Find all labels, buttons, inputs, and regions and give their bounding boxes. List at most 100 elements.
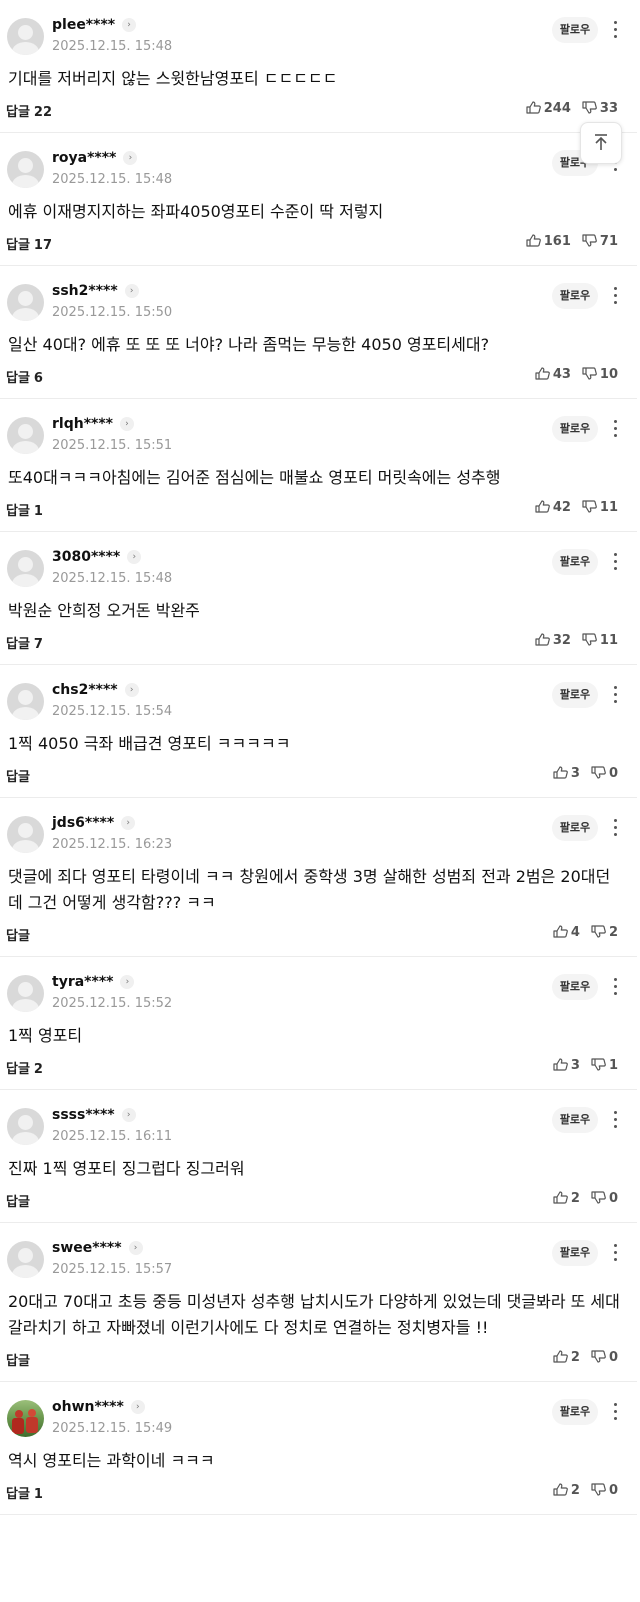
avatar[interactable] [7, 975, 44, 1012]
comment-nickname[interactable]: swee**** › [52, 1240, 143, 1256]
scroll-to-top-button[interactable] [580, 122, 622, 164]
chevron-right-icon[interactable]: › [123, 151, 138, 165]
follow-button[interactable]: 팔로우 [552, 1399, 598, 1425]
chevron-right-icon[interactable]: › [121, 816, 136, 830]
reply-button[interactable]: 답글 2 [6, 1058, 43, 1077]
comment-text: 박원순 안희정 오거돈 박완주 [8, 601, 200, 620]
avatar[interactable] [7, 1241, 44, 1278]
avatar[interactable] [7, 683, 44, 720]
avatar[interactable] [7, 151, 44, 188]
reply-button[interactable]: 답글 [6, 925, 34, 944]
more-options-icon[interactable] [610, 1107, 620, 1133]
comment-nickname[interactable]: ssh2**** › [52, 283, 139, 299]
more-options-icon[interactable] [610, 682, 620, 708]
reply-button[interactable]: 답글 17 [6, 234, 52, 253]
reply-button[interactable]: 답글 [6, 1350, 34, 1369]
thumb-down-icon [591, 1058, 606, 1071]
dislike-button[interactable]: 0 [591, 766, 618, 781]
like-button[interactable]: 2 [553, 1350, 580, 1365]
dislike-count: 33 [599, 101, 618, 116]
more-options-icon[interactable] [610, 17, 620, 43]
avatar[interactable] [7, 1108, 44, 1145]
reply-button[interactable]: 답글 [6, 1191, 34, 1210]
chevron-right-icon[interactable]: › [121, 1108, 136, 1122]
dislike-button[interactable]: 33 [582, 101, 618, 116]
comment-date: 2025.12.15. 16:23 [52, 837, 173, 852]
thumb-up-icon [535, 500, 550, 513]
reply-button[interactable]: 답글 1 [6, 1483, 43, 1502]
thumb-down-icon [591, 1350, 606, 1363]
follow-button[interactable]: 팔로우 [552, 974, 598, 1000]
more-options-icon[interactable] [610, 549, 620, 575]
dislike-button[interactable]: 2 [591, 925, 618, 940]
like-button[interactable]: 4 [553, 925, 580, 940]
dislike-button[interactable]: 0 [591, 1191, 618, 1206]
like-button[interactable]: 43 [535, 367, 571, 382]
chevron-right-icon[interactable]: › [130, 1400, 145, 1414]
avatar[interactable] [7, 18, 44, 55]
follow-button[interactable]: 팔로우 [552, 549, 598, 575]
like-count: 244 [543, 101, 571, 116]
more-options-icon[interactable] [610, 416, 620, 442]
like-button[interactable]: 3 [553, 1058, 580, 1073]
comment-nickname[interactable]: 3080**** › [52, 549, 142, 565]
comment-nickname[interactable]: tyra**** › [52, 974, 135, 990]
avatar[interactable] [7, 284, 44, 321]
chevron-right-icon[interactable]: › [124, 284, 139, 298]
follow-button[interactable]: 팔로우 [552, 1107, 598, 1133]
more-options-icon[interactable] [610, 1399, 620, 1425]
like-button[interactable]: 161 [526, 234, 571, 249]
follow-button[interactable]: 팔로우 [552, 1240, 598, 1266]
dislike-button[interactable]: 0 [591, 1483, 618, 1498]
like-count: 43 [552, 367, 571, 382]
follow-button[interactable]: 팔로우 [552, 682, 598, 708]
comment-nickname[interactable]: roya**** › [52, 150, 138, 166]
dislike-button[interactable]: 10 [582, 367, 618, 382]
like-button[interactable]: 32 [535, 633, 571, 648]
comment-nickname[interactable]: ssss**** › [52, 1107, 136, 1123]
like-button[interactable]: 244 [526, 101, 571, 116]
comment-nickname[interactable]: rlqh**** › [52, 416, 134, 432]
avatar[interactable] [7, 417, 44, 454]
like-button[interactable]: 2 [553, 1191, 580, 1206]
dislike-button[interactable]: 1 [591, 1058, 618, 1073]
comment-nickname[interactable]: jds6**** › [52, 815, 136, 831]
like-count: 32 [552, 633, 571, 648]
thumb-up-icon [535, 633, 550, 646]
avatar[interactable] [7, 1400, 44, 1437]
chevron-right-icon[interactable]: › [119, 417, 134, 431]
dislike-button[interactable]: 0 [591, 1350, 618, 1365]
follow-button[interactable]: 팔로우 [552, 815, 598, 841]
more-options-icon[interactable] [610, 815, 620, 841]
dislike-button[interactable]: 71 [582, 234, 618, 249]
follow-button[interactable]: 팔로우 [552, 17, 598, 43]
like-button[interactable]: 42 [535, 500, 571, 515]
reply-button[interactable]: 답글 7 [6, 633, 43, 652]
like-count: 3 [570, 1058, 580, 1073]
comment-nickname[interactable]: plee**** › [52, 17, 137, 33]
avatar[interactable] [7, 550, 44, 587]
like-button[interactable]: 2 [553, 1483, 580, 1498]
reply-button[interactable]: 답글 [6, 766, 34, 785]
chevron-right-icon[interactable]: › [120, 975, 135, 989]
comment-date: 2025.12.15. 15:48 [52, 571, 173, 586]
follow-button[interactable]: 팔로우 [552, 283, 598, 309]
chevron-right-icon[interactable]: › [128, 1241, 143, 1255]
chevron-right-icon[interactable]: › [124, 683, 139, 697]
chevron-right-icon[interactable]: › [122, 18, 137, 32]
reply-button[interactable]: 답글 1 [6, 500, 43, 519]
chevron-right-icon[interactable]: › [127, 550, 142, 564]
more-options-icon[interactable] [610, 974, 620, 1000]
comment-nickname[interactable]: ohwn**** › [52, 1399, 145, 1415]
reply-button[interactable]: 답글 22 [6, 101, 52, 120]
avatar[interactable] [7, 816, 44, 853]
dislike-button[interactable]: 11 [582, 500, 618, 515]
like-count: 4 [570, 925, 580, 940]
like-button[interactable]: 3 [553, 766, 580, 781]
reply-button[interactable]: 답글 6 [6, 367, 43, 386]
follow-button[interactable]: 팔로우 [552, 416, 598, 442]
dislike-button[interactable]: 11 [582, 633, 618, 648]
more-options-icon[interactable] [610, 1240, 620, 1266]
comment-nickname[interactable]: chs2**** › [52, 682, 139, 698]
more-options-icon[interactable] [610, 283, 620, 309]
